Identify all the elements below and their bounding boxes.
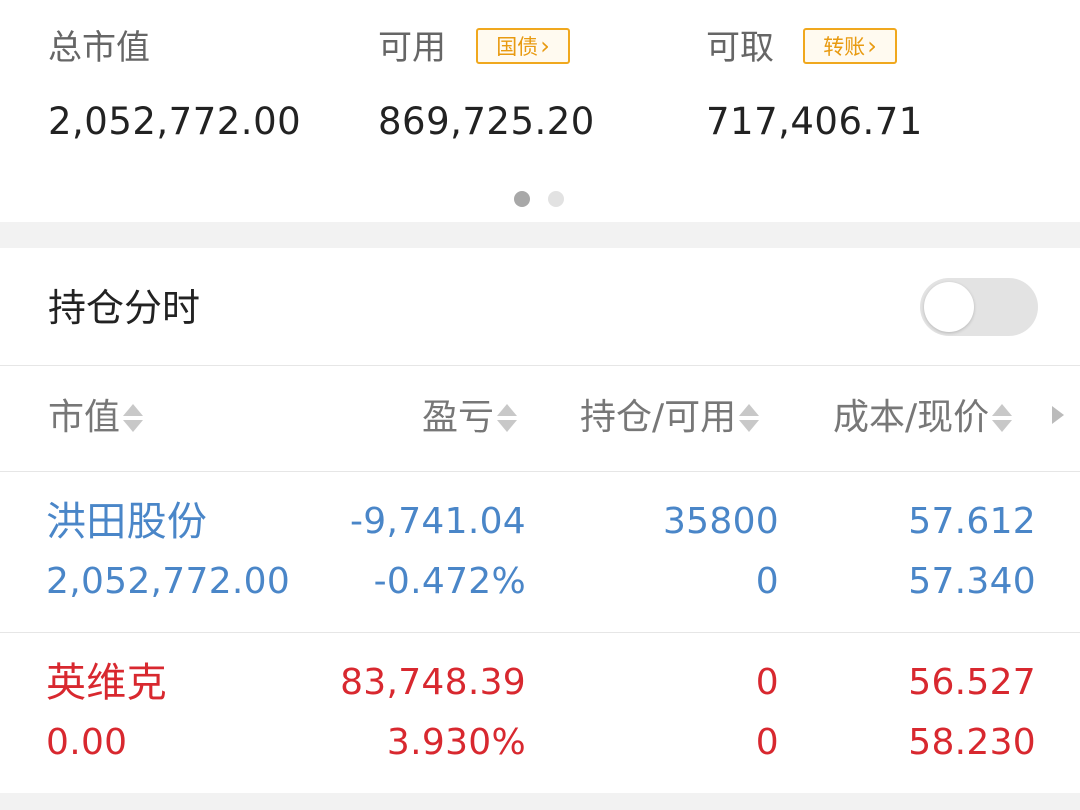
- header-pnl: 盈亏: [422, 397, 495, 438]
- header-cost-price: 成本/现价: [833, 397, 990, 438]
- withdrawable-value: 717,406.71: [706, 100, 923, 143]
- scroll-right-icon[interactable]: [1052, 406, 1064, 424]
- stock-pnl-percent: -0.472%: [373, 561, 526, 602]
- sort-arrows-icon: [992, 400, 1013, 436]
- sort-arrows-icon: [739, 400, 760, 436]
- withdrawable-label: 可取: [706, 28, 774, 68]
- holdings-table-header: 市值 盈亏 持仓/可用 成本/现价: [0, 366, 1080, 472]
- stock-market-value: 0.00: [46, 722, 128, 763]
- sort-position[interactable]: 持仓/可用: [580, 394, 760, 442]
- stock-price: 57.340: [908, 561, 1036, 602]
- stock-price: 58.230: [908, 722, 1036, 763]
- transfer-button-label: 转账: [823, 35, 866, 59]
- available-funds-label: 可用: [378, 28, 446, 68]
- page-indicator-dot[interactable]: [548, 191, 564, 207]
- page-indicator-dot-active[interactable]: [514, 191, 530, 207]
- bond-button-label: 国债: [496, 35, 539, 59]
- stock-pnl: 83,748.39: [340, 662, 526, 703]
- transfer-button[interactable]: 转账›: [803, 28, 897, 64]
- stock-name: 洪田股份: [46, 499, 208, 545]
- toggle-knob: [924, 282, 974, 332]
- total-market-value-label: 总市值: [48, 28, 150, 68]
- header-position-available: 持仓/可用: [580, 397, 737, 438]
- bond-button[interactable]: 国债›: [476, 28, 570, 64]
- header-market-value: 市值: [48, 397, 121, 438]
- available-funds-value: 869,725.20: [378, 100, 595, 143]
- position-intraday-label: 持仓分时: [48, 286, 201, 330]
- sort-cost-price[interactable]: 成本/现价: [833, 394, 1013, 442]
- section-divider: [0, 793, 1080, 810]
- stock-name: 英维克: [46, 660, 167, 706]
- stock-pnl: -9,741.04: [349, 501, 526, 542]
- table-row[interactable]: 英维克 0.00 83,748.39 3.930% 0 0 56.527 58.…: [0, 633, 1080, 793]
- position-intraday-row: 持仓分时: [0, 248, 1080, 366]
- sort-arrows-icon: [497, 400, 518, 436]
- section-divider: [0, 222, 1080, 248]
- stock-position: 35800: [662, 501, 779, 542]
- chevron-right-icon: ›: [867, 32, 877, 60]
- sort-arrows-icon: [123, 400, 144, 436]
- sort-pnl[interactable]: 盈亏: [422, 394, 518, 442]
- stock-pnl-percent: 3.930%: [386, 722, 526, 763]
- table-row[interactable]: 洪田股份 2,052,772.00 -9,741.04 -0.472% 3580…: [0, 472, 1080, 633]
- chevron-right-icon: ›: [540, 32, 550, 60]
- stock-position: 0: [755, 662, 779, 703]
- account-summary: 总市值 2,052,772.00 可用 国债› 869,725.20 可取 转账…: [0, 0, 1080, 222]
- stock-cost: 56.527: [908, 662, 1036, 703]
- position-intraday-toggle[interactable]: [920, 278, 1038, 336]
- total-market-value: 2,052,772.00: [48, 100, 302, 143]
- stock-available: 0: [755, 722, 779, 763]
- stock-cost: 57.612: [908, 501, 1036, 542]
- sort-market-value[interactable]: 市值: [48, 394, 144, 442]
- stock-market-value: 2,052,772.00: [46, 561, 291, 602]
- stock-available: 0: [755, 561, 779, 602]
